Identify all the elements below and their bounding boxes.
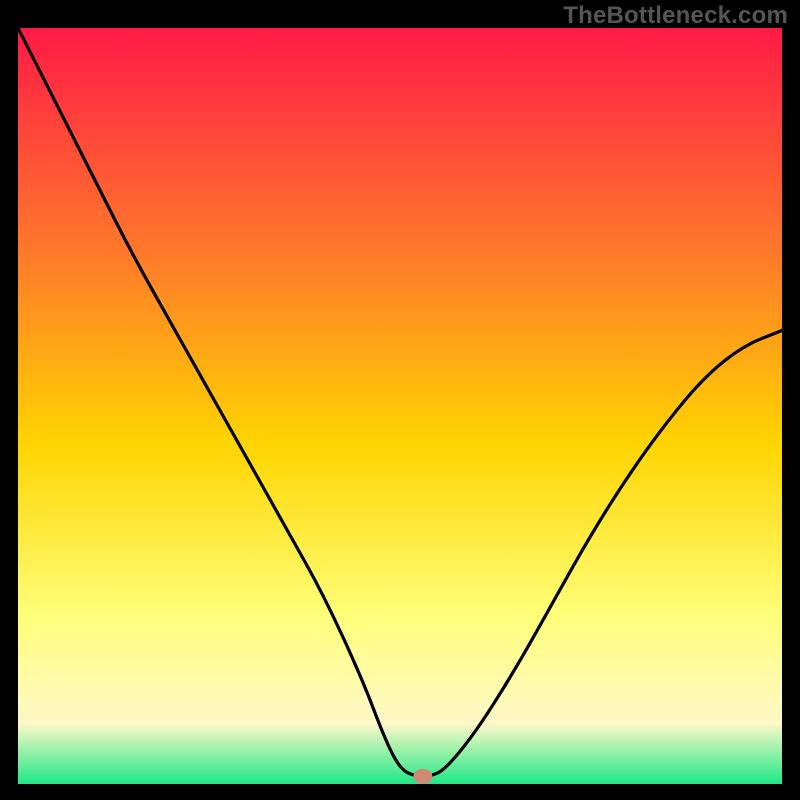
watermark-text: TheBottleneck.com [563,2,788,30]
optimum-marker [414,769,432,783]
gradient-background [18,28,782,784]
plot-area [18,28,782,784]
chart-svg [18,28,782,784]
chart-frame: TheBottleneck.com [0,0,800,800]
